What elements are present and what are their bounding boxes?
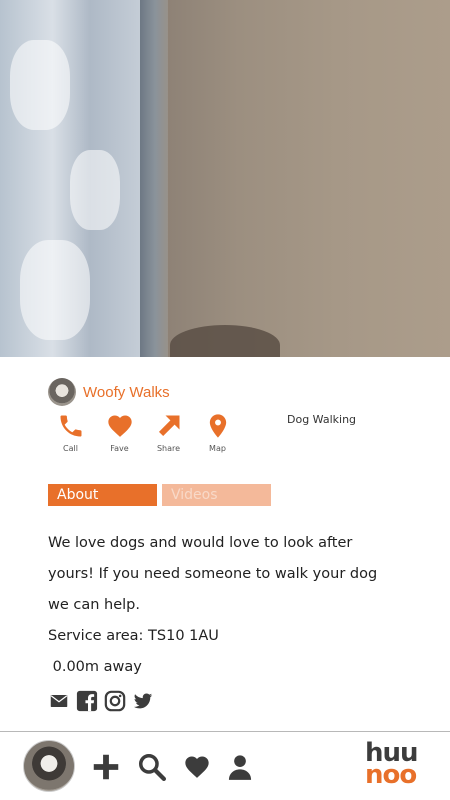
tab-about[interactable]: About	[48, 484, 157, 506]
add-icon[interactable]	[91, 752, 121, 782]
map-button[interactable]: Map	[193, 412, 242, 453]
hero-photo	[0, 0, 450, 357]
logo-bottom-text: noo	[365, 760, 417, 790]
instagram-icon[interactable]	[104, 690, 126, 712]
call-button[interactable]: Call	[46, 412, 95, 453]
hero-dog-shape	[170, 325, 280, 357]
hero-cloud	[70, 150, 120, 230]
search-icon[interactable]	[137, 752, 167, 782]
profile-header: Woofy Walks	[48, 378, 170, 406]
business-category: Dog Walking	[287, 413, 357, 426]
fave-label: Fave	[110, 444, 129, 453]
hero-sand	[168, 0, 450, 357]
hero-cloud	[10, 40, 70, 130]
twitter-icon[interactable]	[132, 690, 154, 712]
content-tabs: About Videos	[48, 484, 271, 506]
heart-icon	[107, 415, 132, 437]
person-icon[interactable]	[225, 752, 255, 782]
description-line: We love dogs and would love to look afte…	[48, 535, 353, 551]
distance-label: 0.00m away	[48, 659, 142, 675]
business-name[interactable]: Woofy Walks	[83, 384, 170, 401]
description-line: yours! If you need someone to walk your …	[48, 566, 378, 582]
heart-icon[interactable]	[182, 752, 212, 782]
tab-videos[interactable]: Videos	[162, 484, 271, 506]
share-label: Share	[156, 444, 181, 453]
map-pin-icon	[209, 414, 226, 438]
phone-icon	[60, 415, 81, 437]
fave-button[interactable]: Fave	[95, 412, 144, 453]
share-button[interactable]: Share	[144, 412, 193, 453]
social-links	[48, 690, 160, 712]
about-description: We love dogs and would love to look afte…	[48, 528, 408, 683]
user-avatar[interactable]	[23, 740, 75, 792]
hero-sea	[140, 0, 170, 357]
description-line: we can help.	[48, 597, 140, 613]
huunoo-logo[interactable]: huu noo	[365, 740, 435, 792]
business-avatar[interactable]	[48, 378, 76, 406]
facebook-icon[interactable]	[76, 690, 98, 712]
hero-cloud	[20, 240, 90, 340]
map-label: Map	[209, 444, 226, 453]
service-area: Service area: TS10 1AU	[48, 628, 219, 644]
call-label: Call	[63, 444, 78, 453]
email-icon[interactable]	[48, 690, 70, 712]
share-arrow-icon	[158, 415, 179, 437]
action-bar: Call Fave Share Map	[46, 412, 242, 453]
